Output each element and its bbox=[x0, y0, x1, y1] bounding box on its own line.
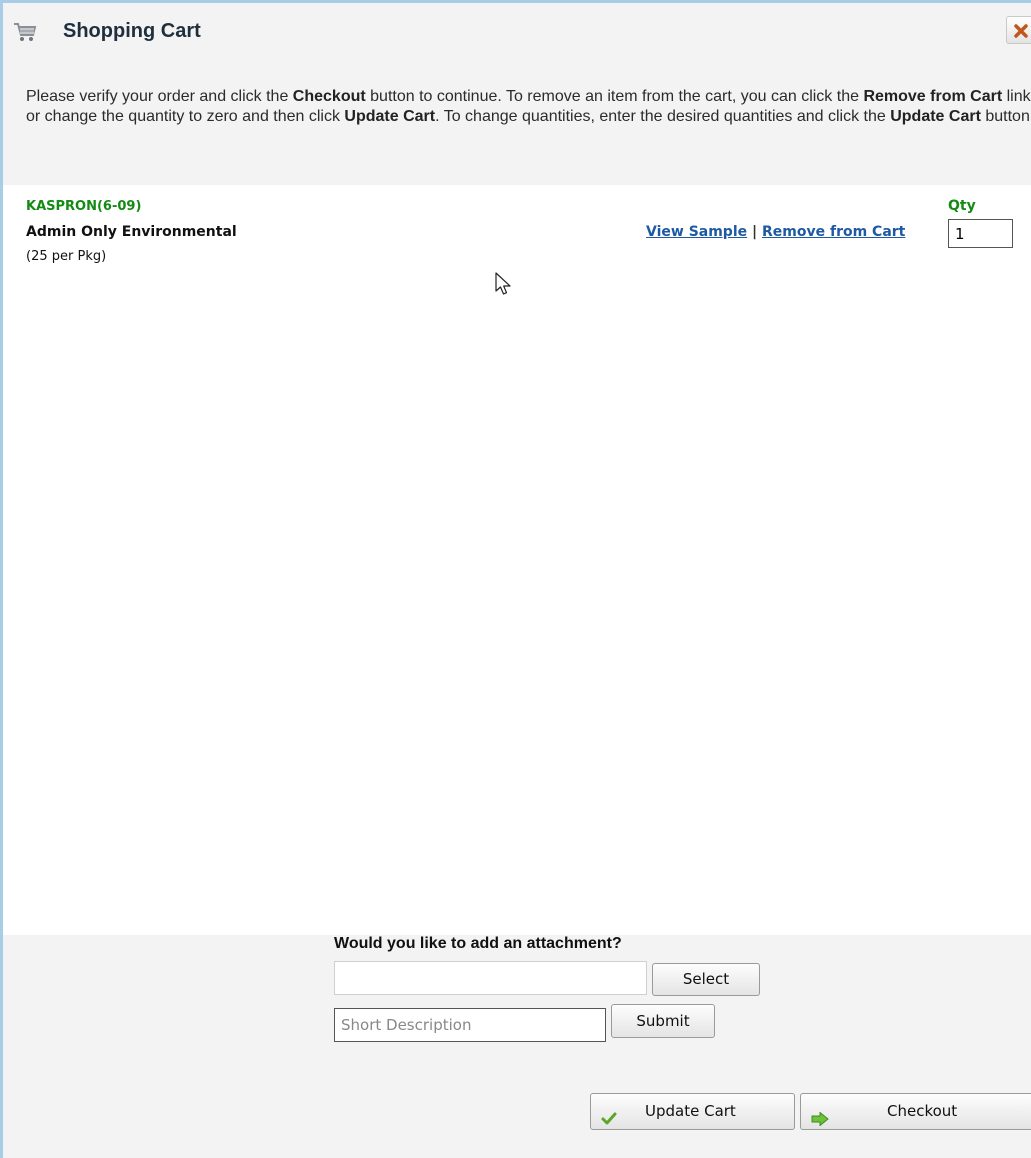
view-sample-link[interactable]: View Sample bbox=[646, 224, 747, 240]
dialog-header: Shopping Cart bbox=[3, 3, 1031, 61]
remove-from-cart-link[interactable]: Remove from Cart bbox=[762, 224, 905, 240]
close-button[interactable] bbox=[1006, 16, 1031, 44]
checkout-label: Checkout bbox=[887, 1102, 958, 1120]
submit-attachment-button[interactable]: Submit bbox=[611, 1004, 715, 1038]
mouse-cursor-icon bbox=[495, 272, 513, 301]
short-description-input[interactable] bbox=[334, 1008, 606, 1042]
arrow-right-icon bbox=[811, 1104, 829, 1139]
qty-label: Qty bbox=[948, 198, 976, 214]
instructions-text: Please verify your order and click the C… bbox=[26, 88, 1031, 125]
select-file-button[interactable]: Select bbox=[652, 963, 760, 996]
item-links: View Sample | Remove from Cart bbox=[646, 224, 905, 240]
item-name: Admin Only Environmental bbox=[26, 224, 237, 240]
dialog-title: Shopping Cart bbox=[63, 20, 201, 42]
checkmark-icon bbox=[601, 1104, 617, 1139]
update-cart-label: Update Cart bbox=[645, 1102, 736, 1120]
close-icon bbox=[1014, 24, 1028, 38]
shopping-cart-dialog: Shopping Cart Please verify your order a… bbox=[0, 0, 1031, 1158]
shopping-cart-icon bbox=[13, 21, 37, 43]
attachment-file-field[interactable] bbox=[334, 961, 647, 995]
update-cart-button[interactable]: Update Cart bbox=[590, 1093, 795, 1130]
item-package: (25 per Pkg) bbox=[26, 249, 107, 264]
quantity-input[interactable] bbox=[948, 219, 1013, 248]
cart-items-area: KASPRON(6-09) Admin Only Environmental (… bbox=[3, 185, 1031, 935]
item-code: KASPRON(6-09) bbox=[26, 199, 142, 214]
attachment-title: Would you like to add an attachment? bbox=[334, 935, 622, 952]
checkout-button[interactable]: Checkout bbox=[800, 1093, 1031, 1130]
link-separator: | bbox=[747, 224, 762, 240]
